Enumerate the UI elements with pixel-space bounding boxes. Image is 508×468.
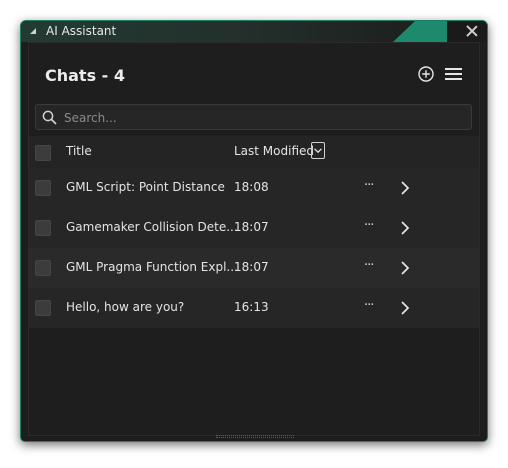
row-checkbox[interactable] bbox=[35, 300, 51, 316]
more-options-button[interactable]: ··· bbox=[364, 218, 374, 233]
chat-title: Hello, how are you? bbox=[66, 300, 185, 314]
chevron-right-icon[interactable] bbox=[399, 180, 411, 196]
row-checkbox[interactable] bbox=[35, 220, 51, 236]
ai-assistant-window: AI Assistant Chats - 4 Title Last bbox=[20, 20, 488, 442]
chat-modified-time: 18:07 bbox=[234, 260, 269, 274]
table-header-row: Title Last Modified bbox=[29, 136, 479, 168]
table-row[interactable]: Hello, how are you? 16:13 ··· bbox=[29, 288, 479, 328]
add-circle-icon[interactable] bbox=[418, 66, 434, 82]
column-header-last-modified[interactable]: Last Modified bbox=[234, 144, 314, 158]
chevron-down-icon[interactable] bbox=[311, 142, 325, 159]
chevron-right-icon[interactable] bbox=[399, 220, 411, 236]
chevron-right-icon[interactable] bbox=[399, 300, 411, 316]
close-icon[interactable] bbox=[465, 24, 479, 38]
chat-modified-time: 18:07 bbox=[234, 220, 269, 234]
table-row[interactable]: GML Script: Point Distance 18:08 ··· bbox=[29, 168, 479, 208]
resize-grip[interactable] bbox=[216, 435, 294, 438]
row-checkbox[interactable] bbox=[35, 260, 51, 276]
chat-modified-time: 18:08 bbox=[234, 180, 269, 194]
collapse-triangle-icon[interactable] bbox=[30, 28, 36, 34]
chat-modified-time: 16:13 bbox=[234, 300, 269, 314]
chats-table: Title Last Modified GML Script: Point Di… bbox=[29, 136, 479, 328]
chats-panel: Chats - 4 Title Last Modified bbox=[28, 42, 480, 436]
search-input[interactable] bbox=[62, 108, 466, 128]
table-row[interactable]: Gamemaker Collision Dete... 18:07 ··· bbox=[29, 208, 479, 248]
chat-title: GML Script: Point Distance bbox=[66, 180, 225, 194]
select-all-checkbox[interactable] bbox=[35, 145, 51, 161]
column-header-title[interactable]: Title bbox=[66, 144, 92, 158]
window-title: AI Assistant bbox=[46, 24, 117, 38]
chat-title: GML Pragma Function Expl... bbox=[66, 260, 238, 274]
chevron-right-icon[interactable] bbox=[399, 260, 411, 276]
chat-title: Gamemaker Collision Dete... bbox=[66, 220, 238, 234]
more-options-button[interactable]: ··· bbox=[364, 178, 374, 193]
search-icon bbox=[42, 110, 57, 125]
search-box bbox=[35, 104, 472, 130]
more-options-button[interactable]: ··· bbox=[364, 258, 374, 273]
window-titlebar[interactable]: AI Assistant bbox=[21, 21, 487, 42]
row-checkbox[interactable] bbox=[35, 180, 51, 196]
hamburger-menu-icon[interactable] bbox=[445, 67, 462, 81]
table-row[interactable]: GML Pragma Function Expl... 18:07 ··· bbox=[29, 248, 479, 288]
page-title: Chats - 4 bbox=[45, 66, 126, 85]
titlebar-accent bbox=[393, 21, 451, 42]
more-options-button[interactable]: ··· bbox=[364, 298, 374, 313]
